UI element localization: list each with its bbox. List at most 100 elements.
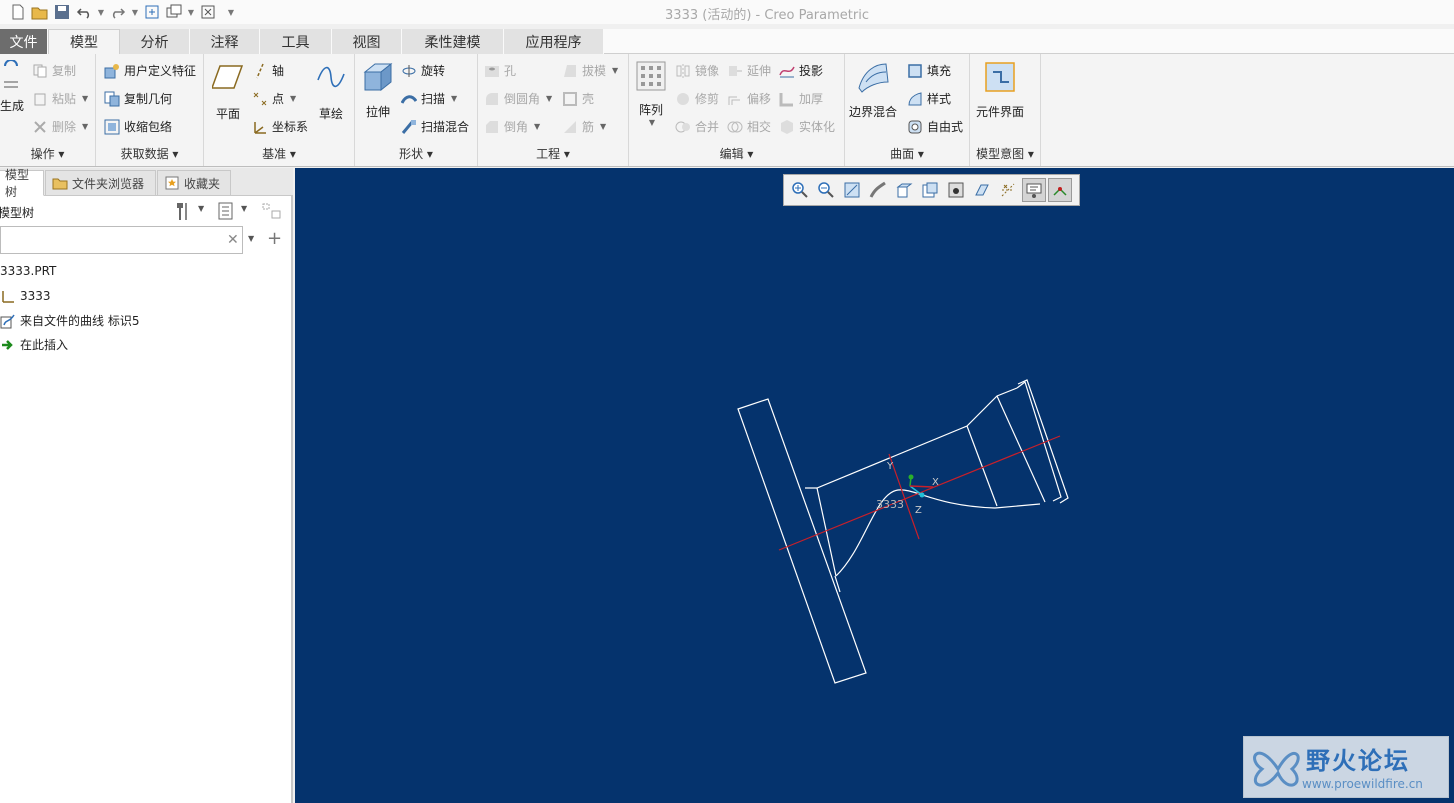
tab-analysis[interactable]: 分析 [120, 29, 190, 54]
shapes-group-label[interactable]: 形状 ▾ [355, 145, 477, 162]
surfaces-group-label[interactable]: 曲面 ▾ [845, 145, 969, 162]
regenerate-big-icon [3, 59, 21, 97]
tab-annotate[interactable]: 注释 [190, 29, 260, 54]
copy-label: 复制 [52, 64, 77, 78]
fill-button[interactable]: 填充 [907, 62, 951, 79]
axis-button[interactable]: 轴 [252, 62, 284, 79]
sketch-label: 草绘 [318, 107, 343, 121]
add-filter-icon[interactable]: + [267, 228, 282, 249]
model-tree-tab-label: 模型树 [5, 168, 30, 199]
ribbon: 生成 复制 粘贴 ▼ 删除 ▼ 操作 ▾ 用户定义特征 复制几何 收缩包络 获取数据… [0, 54, 1454, 167]
hole-button[interactable]: 孔 [484, 62, 516, 79]
sweep-button[interactable]: 扫描 ▼ [401, 90, 457, 107]
tab-model-tree[interactable]: 模型树 [0, 168, 44, 199]
point-button[interactable]: 点 ▼ [252, 90, 296, 107]
show-dropdown-icon[interactable]: ▼ [241, 204, 247, 213]
offset-button[interactable]: 偏移 [727, 90, 771, 107]
boundary-blend-button[interactable]: 边界混合 [849, 60, 897, 120]
tree-item-insert-here[interactable]: 在此插入 [0, 336, 68, 353]
get-data-group-label[interactable]: 获取数据 ▾ [96, 145, 203, 162]
tab-folder-browser[interactable]: 文件夹浏览器 [45, 170, 156, 196]
graphics-window[interactable]: 3333 Y Z X 野火论坛 www.proewildfire.cn [295, 168, 1454, 803]
merge-button[interactable]: 合并 [675, 118, 719, 135]
pattern-button[interactable]: 阵列 ▼ [635, 60, 667, 127]
extend-button[interactable]: 延伸 [727, 62, 771, 79]
clear-search-icon[interactable]: ✕ [227, 232, 239, 248]
settings-icon[interactable] [174, 201, 192, 224]
chamfer-dropdown-icon[interactable]: ▼ [534, 122, 540, 131]
copy-button[interactable]: 复制 [32, 62, 76, 79]
copy-geometry-button[interactable]: 复制几何 [104, 90, 172, 107]
rib-dropdown-icon[interactable]: ▼ [600, 122, 606, 131]
tab-model[interactable]: 模型 [48, 29, 120, 55]
delete-dropdown-icon[interactable]: ▼ [82, 122, 88, 131]
component-interface-button[interactable]: 元件界面 [976, 60, 1024, 120]
show-icon[interactable] [217, 202, 235, 223]
delete-button[interactable]: 删除 ▼ [32, 118, 88, 135]
intersect-button[interactable]: 相交 [727, 118, 771, 135]
model-intent-group-label[interactable]: 模型意图 ▾ [970, 145, 1040, 162]
rib-button[interactable]: 筋 ▼ [562, 118, 606, 135]
paste-button[interactable]: 粘贴 ▼ [32, 90, 88, 107]
paste-dropdown-icon[interactable]: ▼ [82, 94, 88, 103]
sweep-icon [401, 91, 417, 107]
project-icon [779, 63, 795, 79]
draft-button[interactable]: 拔模 ▼ [562, 62, 618, 79]
tab-tools[interactable]: 工具 [260, 29, 332, 54]
group-shapes: 拉伸 旋转 扫描 ▼ 扫描混合 形状 ▾ [355, 54, 478, 166]
delete-icon [32, 119, 48, 135]
project-button[interactable]: 投影 [779, 62, 823, 79]
swept-blend-button[interactable]: 扫描混合 [401, 118, 469, 135]
pattern-label: 阵列 [638, 103, 663, 117]
window-title: 3333 (活动的) - Creo Parametric [665, 8, 869, 23]
settings-dropdown-icon[interactable]: ▼ [198, 204, 204, 213]
component-interface-label: 元件界面 [976, 105, 1025, 119]
pattern-dropdown-icon[interactable]: ▼ [649, 118, 655, 127]
trim-button[interactable]: 修剪 [675, 90, 719, 107]
point-dropdown-icon[interactable]: ▼ [290, 94, 296, 103]
tree-filter-icon[interactable] [262, 202, 282, 223]
mirror-button[interactable]: 镜像 [675, 62, 719, 79]
solidify-icon [779, 119, 795, 135]
search-dropdown-icon[interactable]: ▼ [248, 234, 254, 243]
model-tree-header: 模型树 ▼ ▼ [0, 201, 293, 223]
udf-button[interactable]: 用户定义特征 [104, 62, 196, 79]
chamfer-button[interactable]: 倒角 ▼ [484, 118, 540, 135]
tab-view[interactable]: 视图 [332, 29, 402, 54]
shrinkwrap-label: 收缩包络 [124, 120, 173, 134]
tab-flexible-modeling[interactable]: 柔性建模 [402, 29, 504, 54]
tree-item-part[interactable]: 3333.PRT [0, 264, 56, 278]
sweep-dropdown-icon[interactable]: ▼ [451, 94, 457, 103]
tab-file[interactable]: 文件 [0, 29, 48, 54]
engineering-group-label[interactable]: 工程 ▾ [478, 145, 628, 162]
model-tree-title: 模型树 [0, 206, 35, 220]
sketch-button[interactable]: 草绘 [316, 62, 346, 122]
style-button[interactable]: 样式 [907, 90, 951, 107]
tab-favorites[interactable]: 收藏夹 [157, 170, 231, 196]
tree-search-input[interactable] [0, 226, 243, 254]
datum-group-label[interactable]: 基准 ▾ [204, 145, 354, 162]
tree-item-curve[interactable]: 来自文件的曲线 标识5 [0, 312, 139, 329]
revolve-label: 旋转 [421, 64, 446, 78]
operations-group-label[interactable]: 操作 ▾ [0, 145, 95, 162]
shell-button[interactable]: 壳 [562, 90, 594, 107]
editing-group-label[interactable]: 编辑 ▾ [629, 145, 844, 162]
curve-item-label: 来自文件的曲线 标识5 [20, 314, 140, 328]
folder-browser-tab-label: 文件夹浏览器 [72, 176, 145, 191]
revolve-button[interactable]: 旋转 [401, 62, 445, 79]
solidify-button[interactable]: 实体化 [779, 118, 835, 135]
plane-button[interactable]: 平面 [210, 62, 244, 122]
csys-button[interactable]: 坐标系 [252, 118, 308, 135]
extrude-button[interactable]: 拉伸 [361, 60, 395, 120]
freestyle-button[interactable]: 自由式 [907, 118, 963, 135]
thicken-button[interactable]: 加厚 [779, 90, 823, 107]
boundary-blend-icon [856, 60, 890, 97]
regenerate-button[interactable]: 生成 [0, 59, 24, 114]
round-button[interactable]: 倒圆角 ▼ [484, 90, 552, 107]
shrinkwrap-button[interactable]: 收缩包络 [104, 118, 172, 135]
group-model-intent: 元件界面 模型意图 ▾ [970, 54, 1041, 166]
tree-item-csys[interactable]: 3333 [0, 288, 51, 304]
round-dropdown-icon[interactable]: ▼ [546, 94, 552, 103]
tab-applications[interactable]: 应用程序 [504, 29, 604, 54]
draft-dropdown-icon[interactable]: ▼ [612, 66, 618, 75]
